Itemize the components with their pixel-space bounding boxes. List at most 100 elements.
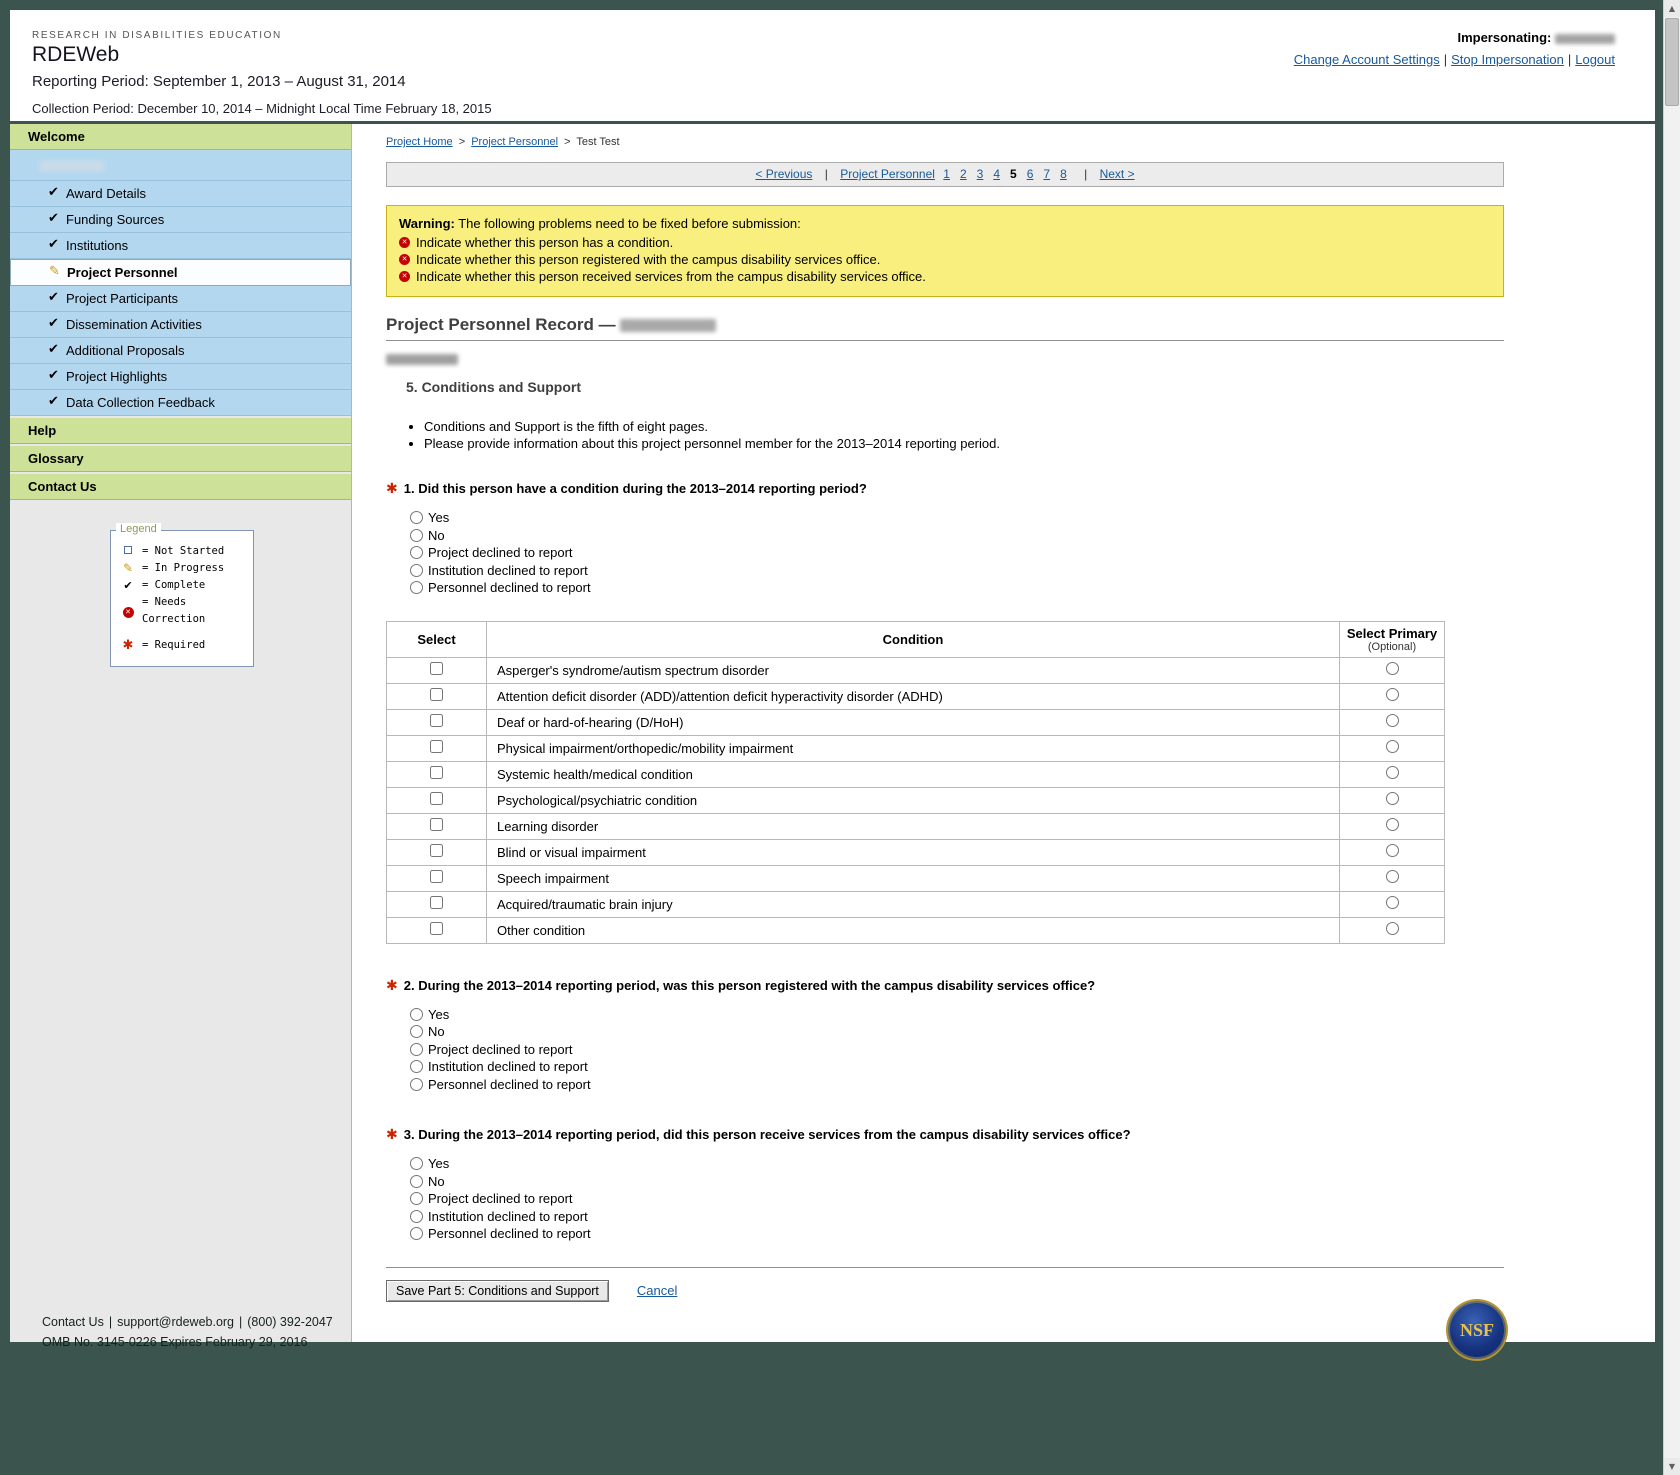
sidebar-item-contact-us[interactable]: Contact Us: [10, 474, 351, 500]
radio-option[interactable]: Yes: [410, 1155, 1504, 1173]
save-button[interactable]: Save Part 5: Conditions and Support: [386, 1280, 609, 1302]
question-2-text: 2. During the 2013–2014 reporting period…: [404, 978, 1095, 994]
page-1-link[interactable]: 1: [943, 167, 950, 181]
required-icon: ✱: [386, 978, 398, 994]
sidebar-item-award-details[interactable]: ✔ Award Details: [10, 181, 351, 207]
radio-option[interactable]: Institution declined to report: [410, 562, 1504, 580]
primary-condition-radio[interactable]: [1386, 714, 1399, 727]
radio-option[interactable]: Yes: [410, 509, 1504, 527]
scroll-up-button[interactable]: ▲: [1664, 0, 1680, 17]
radio-option[interactable]: Project declined to report: [410, 1190, 1504, 1208]
project-personnel-link[interactable]: Project Personnel: [840, 167, 935, 181]
condition-label: Attention deficit disorder (ADD)/attenti…: [497, 689, 943, 704]
primary-condition-radio[interactable]: [1386, 922, 1399, 935]
primary-condition-radio[interactable]: [1386, 844, 1399, 857]
condition-checkbox[interactable]: [430, 896, 443, 909]
condition-checkbox[interactable]: [430, 792, 443, 805]
page-3-link[interactable]: 3: [977, 167, 984, 181]
condition-checkbox[interactable]: [430, 844, 443, 857]
sidebar-item-help[interactable]: Help: [10, 418, 351, 444]
radio-button[interactable]: [410, 1227, 423, 1240]
sidebar-item-label: Additional Proposals: [66, 343, 185, 358]
radio-button[interactable]: [410, 564, 423, 577]
scroll-down-button[interactable]: ▼: [1664, 1458, 1680, 1475]
sidebar-item-additional-proposals[interactable]: ✔ Additional Proposals: [10, 338, 351, 364]
sidebar-item-glossary[interactable]: Glossary: [10, 446, 351, 472]
radio-option[interactable]: Project declined to report: [410, 544, 1504, 562]
sidebar-item-project-participants[interactable]: ✔ Project Participants: [10, 286, 351, 312]
previous-page-link[interactable]: < Previous: [755, 167, 812, 181]
condition-label: Blind or visual impairment: [497, 845, 646, 860]
page-6-link[interactable]: 6: [1027, 167, 1034, 181]
radio-button[interactable]: [410, 1043, 423, 1056]
radio-button[interactable]: [410, 1008, 423, 1021]
condition-checkbox[interactable]: [430, 922, 443, 935]
radio-option[interactable]: Project declined to report: [410, 1041, 1504, 1059]
radio-button[interactable]: [410, 1175, 423, 1188]
footer-contact-link[interactable]: Contact Us: [42, 1315, 104, 1329]
condition-label: Systemic health/medical condition: [497, 767, 693, 782]
scrollbar[interactable]: ▲ ▼: [1663, 0, 1680, 1475]
next-page-link[interactable]: Next >: [1100, 167, 1135, 181]
condition-checkbox[interactable]: [430, 740, 443, 753]
radio-option[interactable]: No: [410, 1023, 1504, 1041]
sidebar-item-award-number[interactable]: [10, 150, 351, 181]
page-4-link[interactable]: 4: [993, 167, 1000, 181]
page-2-link[interactable]: 2: [960, 167, 967, 181]
radio-option[interactable]: Personnel declined to report: [410, 1225, 1504, 1243]
condition-checkbox[interactable]: [430, 714, 443, 727]
condition-checkbox[interactable]: [430, 766, 443, 779]
radio-button[interactable]: [410, 1060, 423, 1073]
footer-email-link[interactable]: support@rdeweb.org: [117, 1315, 234, 1329]
page-8-link[interactable]: 8: [1060, 167, 1067, 181]
condition-row: Other condition: [387, 917, 1445, 943]
sidebar-item-data-collection-feedback[interactable]: ✔ Data Collection Feedback: [10, 390, 351, 416]
radio-button[interactable]: [410, 511, 423, 524]
radio-option[interactable]: No: [410, 527, 1504, 545]
sidebar-item-project-highlights[interactable]: ✔ Project Highlights: [10, 364, 351, 390]
radio-option[interactable]: Institution declined to report: [410, 1208, 1504, 1226]
sidebar-item-project-personnel[interactable]: ✎ Project Personnel: [10, 259, 351, 286]
condition-checkbox[interactable]: [430, 662, 443, 675]
sidebar-item-institutions[interactable]: ✔ Institutions: [10, 233, 351, 259]
breadcrumb-project-home[interactable]: Project Home: [386, 136, 453, 148]
primary-condition-radio[interactable]: [1386, 792, 1399, 805]
condition-label: Speech impairment: [497, 871, 609, 886]
stop-impersonation-link[interactable]: Stop Impersonation: [1451, 52, 1564, 67]
complete-icon: ✔: [48, 290, 59, 305]
radio-option[interactable]: Personnel declined to report: [410, 579, 1504, 597]
radio-option[interactable]: Yes: [410, 1006, 1504, 1024]
title-divider: [386, 340, 1504, 341]
radio-button[interactable]: [410, 1078, 423, 1091]
radio-button[interactable]: [410, 581, 423, 594]
radio-button[interactable]: [410, 1025, 423, 1038]
condition-column-header: Condition: [487, 621, 1340, 657]
sidebar-item-funding-sources[interactable]: ✔ Funding Sources: [10, 207, 351, 233]
primary-condition-radio[interactable]: [1386, 740, 1399, 753]
breadcrumb-project-personnel[interactable]: Project Personnel: [471, 136, 558, 148]
condition-checkbox[interactable]: [430, 870, 443, 883]
condition-checkbox[interactable]: [430, 818, 443, 831]
logout-link[interactable]: Logout: [1575, 52, 1615, 67]
radio-button[interactable]: [410, 529, 423, 542]
page-7-link[interactable]: 7: [1043, 167, 1050, 181]
cancel-link[interactable]: Cancel: [637, 1283, 677, 1298]
primary-condition-radio[interactable]: [1386, 766, 1399, 779]
primary-condition-radio[interactable]: [1386, 870, 1399, 883]
primary-condition-radio[interactable]: [1386, 662, 1399, 675]
radio-option[interactable]: Personnel declined to report: [410, 1076, 1504, 1094]
sidebar-item-welcome[interactable]: Welcome: [10, 124, 351, 150]
primary-condition-radio[interactable]: [1386, 688, 1399, 701]
condition-checkbox[interactable]: [430, 688, 443, 701]
radio-option[interactable]: No: [410, 1173, 1504, 1191]
primary-condition-radio[interactable]: [1386, 896, 1399, 909]
change-account-settings-link[interactable]: Change Account Settings: [1294, 52, 1440, 67]
scrollbar-thumb[interactable]: [1665, 18, 1679, 106]
radio-button[interactable]: [410, 1192, 423, 1205]
radio-button[interactable]: [410, 546, 423, 559]
sidebar-item-dissemination-activities[interactable]: ✔ Dissemination Activities: [10, 312, 351, 338]
radio-option[interactable]: Institution declined to report: [410, 1058, 1504, 1076]
primary-condition-radio[interactable]: [1386, 818, 1399, 831]
radio-button[interactable]: [410, 1157, 423, 1170]
radio-button[interactable]: [410, 1210, 423, 1223]
